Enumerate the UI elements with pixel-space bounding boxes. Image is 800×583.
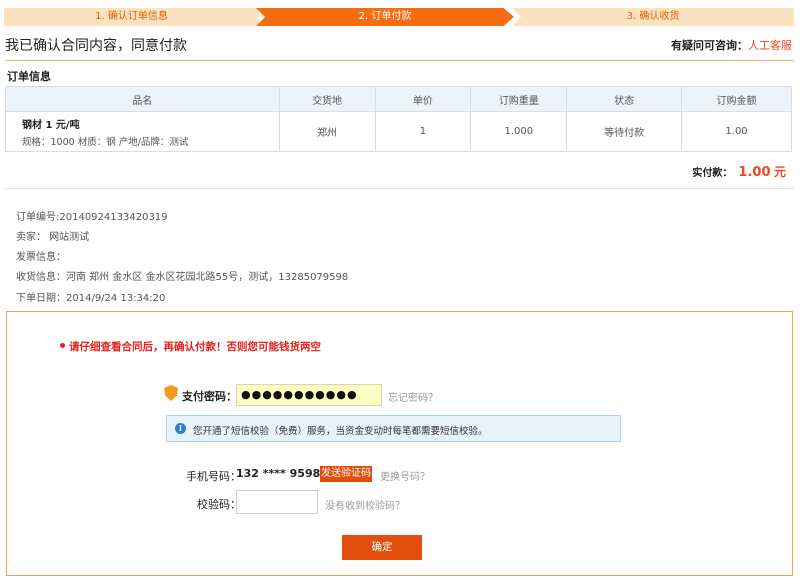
no-code-link[interactable]: 没有收到校验码？ bbox=[325, 497, 405, 512]
total-payment: 实付款： 1.00 元 bbox=[692, 163, 786, 180]
seller-info: 卖家： 网站测试 bbox=[16, 232, 90, 243]
password-label: 支付密码： bbox=[182, 390, 237, 403]
help-question: 有疑问可咨询： bbox=[671, 39, 748, 52]
invoice-info: 发票信息： bbox=[16, 252, 66, 263]
total-amount: 1.00 bbox=[738, 165, 771, 180]
forgot-password-link[interactable]: 忘记密码？ bbox=[388, 389, 438, 404]
verification-code-label: 校验码： bbox=[197, 498, 241, 511]
col-weight: 订购重量 bbox=[470, 86, 568, 112]
price-cell: 1 bbox=[374, 111, 472, 152]
header-divider bbox=[5, 60, 794, 61]
col-amount: 订购金额 bbox=[681, 86, 792, 112]
verification-code-input[interactable] bbox=[236, 490, 318, 514]
product-name: 钢材 1 元/吨 bbox=[22, 119, 80, 131]
step-confirm-receipt: 3. 确认收货 bbox=[512, 8, 794, 26]
order-section-title: 订单信息 bbox=[7, 70, 51, 83]
sms-notice: i 您开通了短信校验（免费）服务，当资金变动时每笔都需要短信校验。 bbox=[166, 415, 621, 442]
step-confirm-order: 1. 确认订单信息 bbox=[4, 8, 259, 26]
sms-notice-text: 您开通了短信校验（免费）服务，当资金变动时每笔都需要短信校验。 bbox=[193, 426, 488, 437]
customer-service-link[interactable]: 人工客服 bbox=[748, 39, 792, 52]
table-header-row: 品名 交货地 单价 订购重量 状态 订购金额 bbox=[5, 86, 792, 112]
location-cell: 郑州 bbox=[278, 111, 376, 152]
info-icon: i bbox=[175, 423, 186, 434]
product-spec: 规格：1000 材质：钢 产地/品牌：测试 bbox=[22, 136, 189, 148]
send-code-button[interactable]: 发送验证码 bbox=[320, 466, 372, 482]
help-contact: 有疑问可咨询：人工客服 bbox=[671, 37, 792, 53]
col-status: 状态 bbox=[566, 86, 683, 112]
bullet-icon bbox=[60, 343, 65, 348]
warning-text: 请仔细查看合同后，再确认付款！否则您可能钱货两空 bbox=[69, 341, 321, 353]
confirm-button[interactable]: 确定 bbox=[342, 535, 422, 560]
total-unit: 元 bbox=[773, 165, 786, 179]
col-product: 品名 bbox=[5, 86, 280, 112]
order-table: 品名 交货地 单价 订购重量 状态 订购金额 钢材 1 元/吨 规格：1000 … bbox=[5, 86, 792, 152]
payment-warning: 请仔细查看合同后，再确认付款！否则您可能钱货两空 bbox=[60, 339, 321, 354]
section-divider bbox=[5, 188, 794, 189]
order-date: 下单日期：2014/9/24 13:34:20 bbox=[16, 293, 166, 304]
col-price: 单价 bbox=[374, 86, 472, 112]
change-phone-link[interactable]: 更换号码？ bbox=[380, 468, 430, 483]
phone-number: 132 **** 9598 bbox=[236, 467, 321, 480]
order-number: 订单编号:20140924133420319 bbox=[16, 212, 168, 223]
table-row: 钢材 1 元/吨 规格：1000 材质：钢 产地/品牌：测试 郑州 1 1.00… bbox=[5, 111, 792, 152]
shipping-info: 收货信息：河南 郑州 金水区 金水区花园北路55号，测试，13285079598 bbox=[16, 272, 349, 283]
col-location: 交货地 bbox=[278, 86, 376, 112]
total-label: 实付款： bbox=[692, 168, 733, 179]
product-cell: 钢材 1 元/吨 规格：1000 材质：钢 产地/品牌：测试 bbox=[5, 111, 280, 152]
step-payment: 2. 订单付款 bbox=[256, 8, 514, 26]
weight-cell: 1.000 bbox=[470, 111, 568, 152]
progress-steps: 1. 确认订单信息 2. 订单付款 3. 确认收货 bbox=[4, 8, 794, 26]
payment-password-input[interactable]: ●●●●●●●●●●● bbox=[236, 384, 382, 406]
phone-label: 手机号码： bbox=[186, 470, 241, 483]
amount-cell: 1.00 bbox=[681, 111, 792, 152]
page-title: 我已确认合同内容，同意付款 bbox=[5, 38, 187, 54]
status-cell: 等待付款 bbox=[566, 111, 683, 152]
